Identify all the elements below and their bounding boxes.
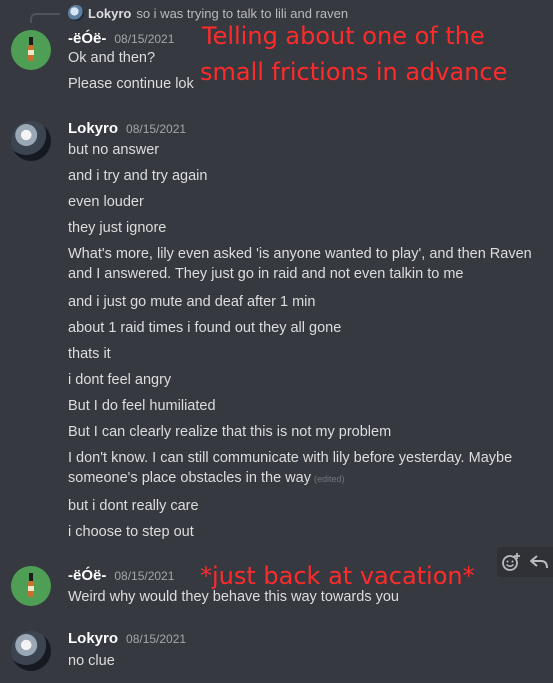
- message-header: Lokyro 08/15/2021: [68, 630, 186, 647]
- message-header: -ëÓë- 08/15/2021: [68, 30, 174, 47]
- message-line: about 1 raid times i found out they all …: [68, 320, 342, 336]
- timestamp: 08/15/2021: [126, 122, 187, 136]
- message-line: thats it: [68, 346, 111, 362]
- message-actions-toolbar: [497, 547, 553, 577]
- message-line: I don't know. I can still communicate wi…: [68, 448, 546, 489]
- username[interactable]: Lokyro: [68, 630, 118, 647]
- message-line: they just ignore: [68, 220, 167, 236]
- message-line: What's more, lily even asked 'is anyone …: [68, 246, 532, 282]
- bottle-icon: [28, 573, 34, 599]
- chat-message-list: Lokyro so i was trying to talk to lili a…: [0, 0, 553, 683]
- reply-connector: [30, 13, 60, 23]
- message-line: i dont feel angry: [68, 372, 172, 388]
- message-text: I don't know. I can still communicate wi…: [68, 450, 513, 486]
- timestamp: 08/15/2021: [126, 632, 187, 646]
- message-line: but i dont really care: [68, 498, 199, 514]
- message-line: But I can clearly realize that this is n…: [68, 424, 392, 440]
- message-line: no clue: [68, 653, 115, 669]
- add-reaction-icon[interactable]: [500, 551, 522, 573]
- username[interactable]: -ëÓë-: [68, 567, 106, 584]
- edited-label: (edited): [313, 474, 345, 484]
- bottle-icon: [28, 37, 34, 63]
- reply-author-avatar: [68, 5, 84, 21]
- avatar[interactable]: [11, 631, 51, 671]
- annotation-text: Telling about one of the: [202, 22, 485, 50]
- message-line: but no answer: [68, 142, 160, 158]
- avatar[interactable]: [11, 121, 51, 161]
- username[interactable]: -ëÓë-: [68, 30, 106, 47]
- message-line: and i try and try again: [68, 168, 208, 184]
- message-line: i choose to step out: [68, 524, 194, 540]
- message-line: But I do feel humiliated: [68, 398, 216, 414]
- annotation-text: *just back at vacation*: [200, 562, 475, 590]
- reply-icon[interactable]: [528, 551, 550, 573]
- username[interactable]: Lokyro: [68, 120, 118, 137]
- reply-author-name[interactable]: Lokyro: [88, 6, 131, 21]
- annotation-text: small frictions in advance: [200, 58, 508, 86]
- message-header: Lokyro 08/15/2021: [68, 120, 186, 137]
- avatar[interactable]: [11, 30, 51, 70]
- message-line: even louder: [68, 194, 144, 210]
- timestamp: 08/15/2021: [114, 569, 175, 583]
- timestamp: 08/15/2021: [114, 32, 175, 46]
- avatar[interactable]: [11, 566, 51, 606]
- message-header: -ëÓë- 08/15/2021: [68, 567, 174, 584]
- message-line: and i just go mute and deaf after 1 min: [68, 294, 316, 310]
